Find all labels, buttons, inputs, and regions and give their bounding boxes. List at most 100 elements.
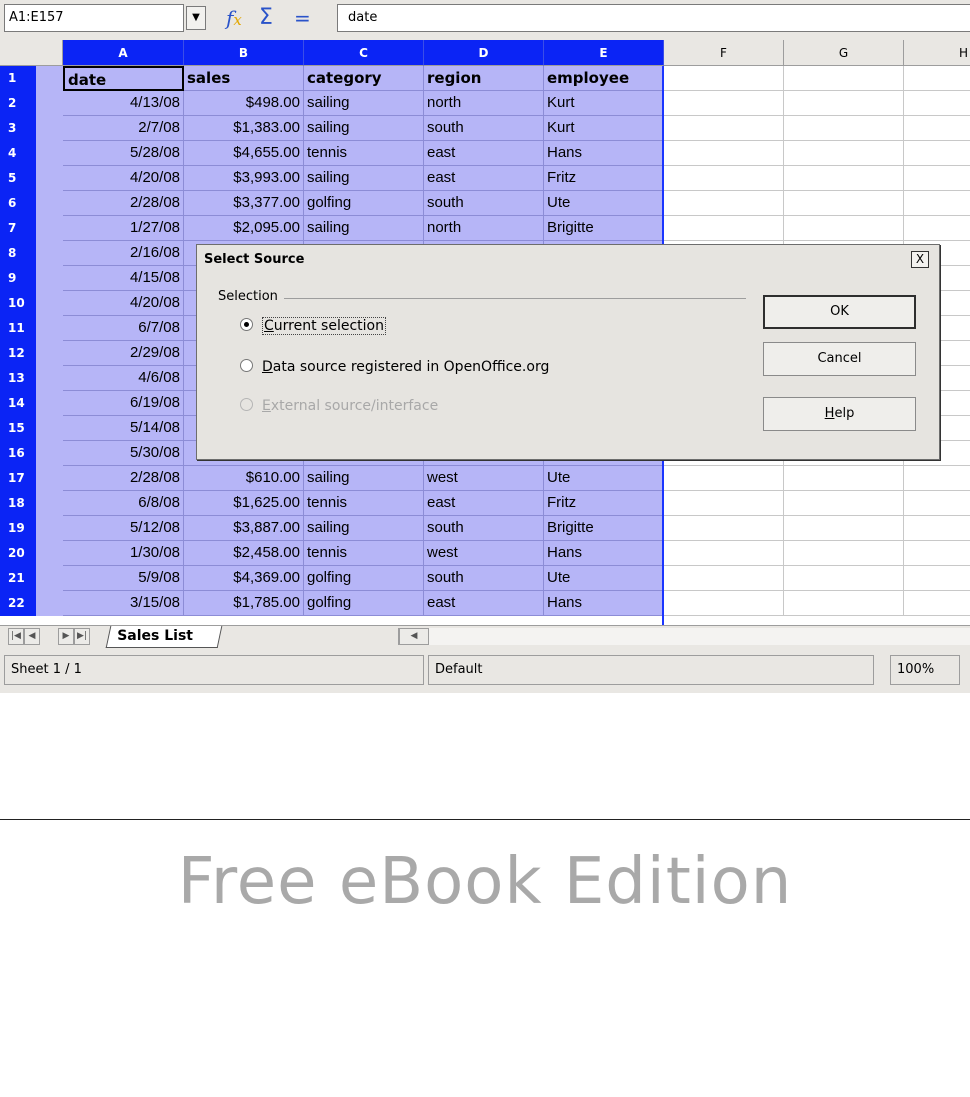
sum-icon[interactable]: Σ <box>259 4 273 32</box>
row-header-3[interactable]: 3 <box>0 116 63 141</box>
row-header-11[interactable]: 11 <box>0 316 63 341</box>
column-header-g[interactable]: G <box>784 40 904 66</box>
table-cell[interactable]: south <box>424 566 544 591</box>
row-header-7[interactable]: 7 <box>0 216 63 241</box>
table-cell[interactable]: $1,625.00 <box>184 491 304 516</box>
table-cell[interactable] <box>784 116 904 141</box>
row-header-17[interactable]: 17 <box>0 466 63 491</box>
table-cell[interactable] <box>784 491 904 516</box>
table-cell[interactable]: Hans <box>544 141 664 166</box>
page-style[interactable]: Default <box>428 655 874 685</box>
row-header-21[interactable]: 21 <box>0 566 63 591</box>
table-cell[interactable]: tennis <box>304 541 424 566</box>
table-cell[interactable]: 2/29/08 <box>63 341 184 366</box>
table-cell[interactable]: $4,655.00 <box>184 141 304 166</box>
table-cell[interactable]: 4/6/08 <box>63 366 184 391</box>
table-cell[interactable]: sailing <box>304 116 424 141</box>
row-header-20[interactable]: 20 <box>0 541 63 566</box>
column-title-cell[interactable]: date <box>63 66 184 91</box>
column-title-cell[interactable] <box>664 66 784 91</box>
prev-sheet-icon[interactable]: ◀ <box>24 628 40 645</box>
row-header-10[interactable]: 10 <box>0 291 63 316</box>
column-header-b[interactable]: B <box>184 40 304 66</box>
row-header-9[interactable]: 9 <box>0 266 63 291</box>
radio-current-selection[interactable]: Current selection <box>240 317 386 335</box>
next-sheet-icon[interactable]: ▶ <box>58 628 74 645</box>
table-cell[interactable] <box>664 116 784 141</box>
function-wizard-icon[interactable]: fx <box>226 4 242 32</box>
table-cell[interactable]: $3,887.00 <box>184 516 304 541</box>
table-cell[interactable]: Hans <box>544 591 664 616</box>
row-header-19[interactable]: 19 <box>0 516 63 541</box>
table-cell[interactable]: Kurt <box>544 91 664 116</box>
column-header-h[interactable]: H <box>904 40 970 66</box>
table-cell[interactable] <box>664 516 784 541</box>
table-cell[interactable]: tennis <box>304 491 424 516</box>
table-cell[interactable] <box>784 591 904 616</box>
table-cell[interactable]: south <box>424 191 544 216</box>
row-header-5[interactable]: 5 <box>0 166 63 191</box>
column-header-f[interactable]: F <box>664 40 784 66</box>
table-cell[interactable] <box>784 541 904 566</box>
table-cell[interactable] <box>904 516 970 541</box>
column-title-cell[interactable]: employee <box>544 66 664 91</box>
table-cell[interactable]: 4/20/08 <box>63 166 184 191</box>
column-title-cell[interactable] <box>784 66 904 91</box>
table-cell[interactable]: $2,458.00 <box>184 541 304 566</box>
table-cell[interactable]: Fritz <box>544 166 664 191</box>
table-cell[interactable]: $4,369.00 <box>184 566 304 591</box>
row-header-18[interactable]: 18 <box>0 491 63 516</box>
table-cell[interactable]: 4/13/08 <box>63 91 184 116</box>
scroll-left-icon[interactable]: ◀ <box>399 628 429 645</box>
column-title-cell[interactable] <box>904 66 970 91</box>
table-cell[interactable] <box>664 541 784 566</box>
table-cell[interactable] <box>664 141 784 166</box>
row-header-22[interactable]: 22 <box>0 591 63 616</box>
row-header-16[interactable]: 16 <box>0 441 63 466</box>
table-cell[interactable] <box>664 191 784 216</box>
radio-data-source[interactable]: Data source registered in OpenOffice.org <box>240 359 549 375</box>
table-cell[interactable]: south <box>424 116 544 141</box>
formula-input[interactable]: date <box>337 4 970 32</box>
table-cell[interactable] <box>904 116 970 141</box>
row-header-13[interactable]: 13 <box>0 366 63 391</box>
table-cell[interactable]: 6/8/08 <box>63 491 184 516</box>
table-cell[interactable] <box>664 591 784 616</box>
column-header-c[interactable]: C <box>304 40 424 66</box>
table-cell[interactable]: 1/27/08 <box>63 216 184 241</box>
table-cell[interactable] <box>904 466 970 491</box>
table-cell[interactable] <box>904 191 970 216</box>
table-cell[interactable]: Brigitte <box>544 516 664 541</box>
table-cell[interactable] <box>904 591 970 616</box>
table-cell[interactable] <box>784 216 904 241</box>
row-header-15[interactable]: 15 <box>0 416 63 441</box>
column-title-cell[interactable]: sales <box>184 66 304 91</box>
table-cell[interactable]: west <box>424 541 544 566</box>
table-cell[interactable] <box>784 91 904 116</box>
table-cell[interactable]: $498.00 <box>184 91 304 116</box>
table-cell[interactable]: 2/7/08 <box>63 116 184 141</box>
first-sheet-icon[interactable]: |◀ <box>8 628 24 645</box>
column-header-d[interactable]: D <box>424 40 544 66</box>
table-cell[interactable]: east <box>424 491 544 516</box>
table-cell[interactable]: sailing <box>304 216 424 241</box>
row-header-2[interactable]: 2 <box>0 91 63 116</box>
table-cell[interactable] <box>784 566 904 591</box>
table-cell[interactable]: $3,377.00 <box>184 191 304 216</box>
table-cell[interactable]: 5/28/08 <box>63 141 184 166</box>
table-cell[interactable] <box>784 141 904 166</box>
table-cell[interactable]: west <box>424 466 544 491</box>
table-cell[interactable]: 5/12/08 <box>63 516 184 541</box>
table-cell[interactable] <box>664 91 784 116</box>
table-cell[interactable]: 6/7/08 <box>63 316 184 341</box>
table-cell[interactable] <box>664 491 784 516</box>
table-cell[interactable]: north <box>424 91 544 116</box>
table-cell[interactable]: golfing <box>304 566 424 591</box>
table-cell[interactable]: golfing <box>304 591 424 616</box>
table-cell[interactable]: Ute <box>544 566 664 591</box>
cancel-button[interactable]: Cancel <box>763 342 916 376</box>
row-header-12[interactable]: 12 <box>0 341 63 366</box>
table-cell[interactable] <box>784 516 904 541</box>
table-cell[interactable] <box>784 466 904 491</box>
table-cell[interactable]: east <box>424 591 544 616</box>
